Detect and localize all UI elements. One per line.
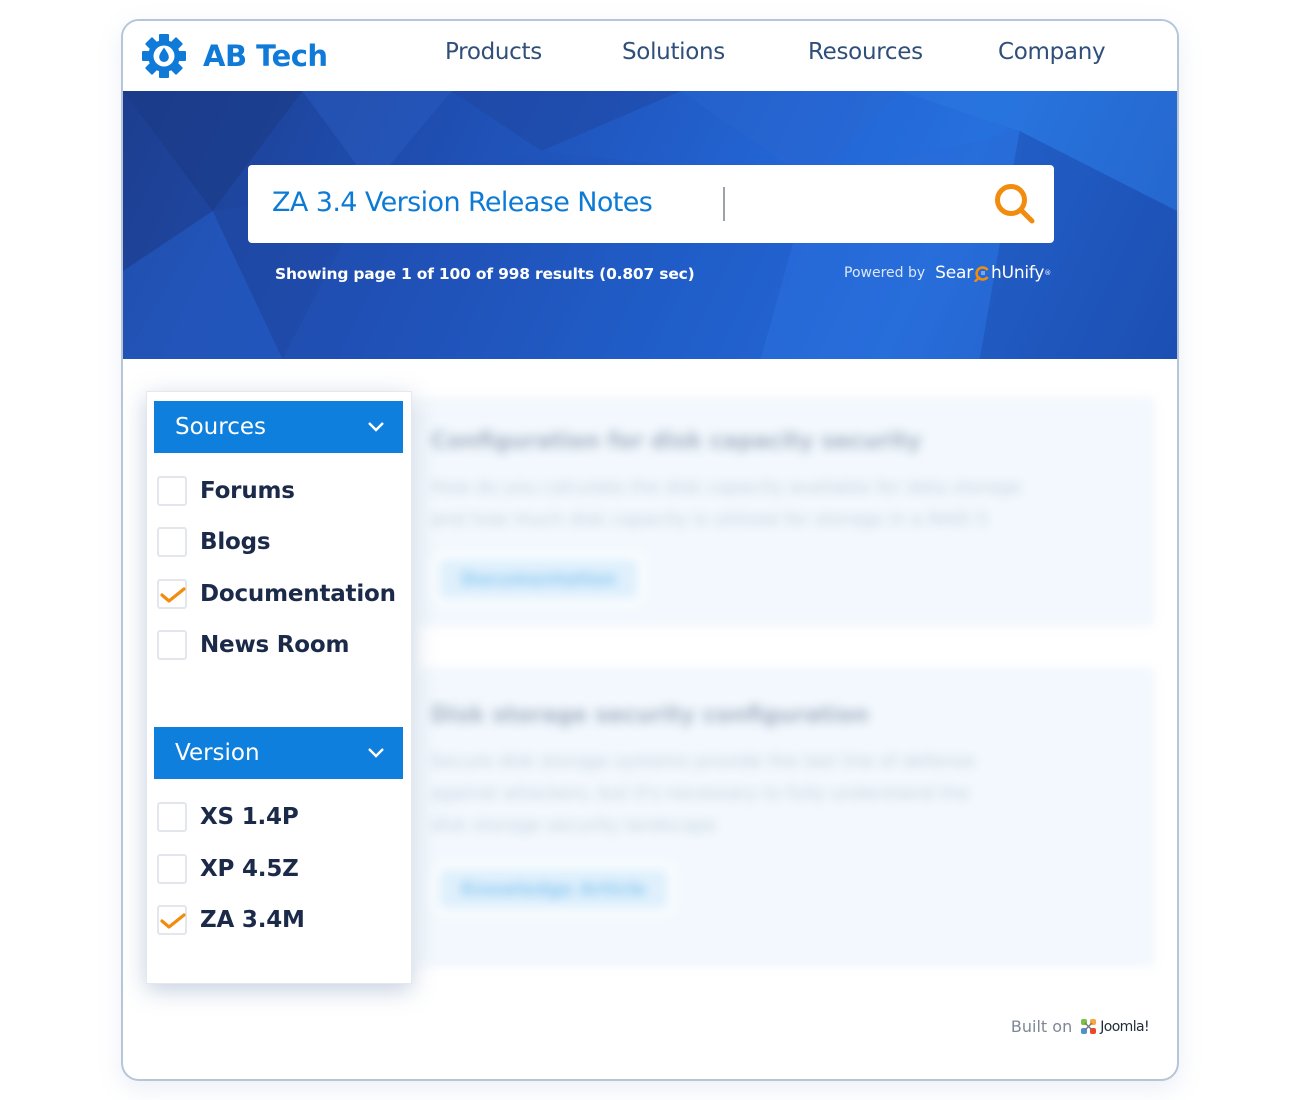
filter-option-label: Blogs: [200, 529, 271, 555]
result-source-tag[interactable]: Knowledge Article: [433, 863, 675, 915]
filter-option-label: Documentation: [200, 581, 396, 607]
powered-by-label: Powered by: [844, 265, 926, 281]
search-hero-banner: ZA 3.4 Version Release Notes Showing pag…: [123, 91, 1177, 359]
checkbox[interactable]: [157, 854, 187, 884]
main-nav: Products Solutions Resources Company: [123, 39, 1177, 75]
result-title[interactable]: Disk storage security configuration: [431, 703, 869, 728]
facet-title: Sources: [175, 414, 266, 440]
top-navigation-bar: AB Tech Products Solutions Resources Com…: [123, 21, 1177, 91]
searchunify-logo[interactable]: Sear hUnify ®: [935, 263, 1051, 283]
search-input[interactable]: ZA 3.4 Version Release Notes: [248, 165, 1054, 243]
joomla-icon: [1081, 1019, 1097, 1034]
result-snippet-line: Secure disk storage systems provide the …: [431, 751, 975, 772]
chevron-down-icon: [368, 422, 384, 432]
result-title[interactable]: Configuration for disk capacity security: [431, 429, 921, 454]
chevron-down-icon: [368, 748, 384, 758]
search-query-text: ZA 3.4 Version Release Notes: [272, 187, 653, 218]
nav-item-resources[interactable]: Resources: [808, 39, 923, 65]
built-on-label: Built on: [1010, 1017, 1073, 1036]
joomla-label: Joomla!: [1100, 1018, 1149, 1035]
result-card[interactable]: Configuration for disk capacity security…: [419, 397, 1155, 627]
checkmark-icon: [160, 587, 186, 603]
facet-header-version[interactable]: Version: [154, 727, 403, 779]
filter-option-label: ZA 3.4M: [200, 907, 305, 933]
results-summary: Showing page 1 of 100 of 998 results (0.…: [275, 265, 695, 283]
filter-option-forums[interactable]: Forums: [157, 474, 295, 508]
nav-item-products[interactable]: Products: [445, 39, 542, 65]
search-icon: [995, 184, 1035, 224]
filter-option-xp-4-5z[interactable]: XP 4.5Z: [157, 852, 299, 886]
nav-item-solutions[interactable]: Solutions: [622, 39, 725, 65]
checkbox[interactable]: [157, 630, 187, 660]
search-results-list: Configuration for disk capacity security…: [419, 391, 1159, 971]
checkbox-checked[interactable]: [157, 579, 187, 609]
powered-by: Powered by Sear hUnify ®: [844, 263, 1051, 283]
footer-built-on: Built on Joomla!: [1010, 1017, 1150, 1036]
searchunify-logo-suffix: hUnify: [991, 263, 1045, 283]
result-snippet-line: disk storage security landscape: [431, 815, 717, 836]
filter-option-documentation[interactable]: Documentation: [157, 577, 396, 611]
result-snippet-line: against attackers, but it's necessary to…: [431, 783, 970, 804]
browser-frame: AB Tech Products Solutions Resources Com…: [121, 19, 1179, 1081]
nav-item-company[interactable]: Company: [998, 39, 1106, 65]
result-snippet-line: and how much disk capacity is utilized f…: [431, 509, 989, 530]
filter-option-za-3-4m[interactable]: ZA 3.4M: [157, 903, 305, 937]
facet-title: Version: [175, 740, 260, 766]
filter-option-label: XS 1.4P: [200, 804, 299, 830]
checkbox[interactable]: [157, 476, 187, 506]
text-cursor: [723, 187, 725, 221]
result-snippet-line: How do you calculate the disk capacity a…: [431, 477, 1022, 498]
filter-option-blogs[interactable]: Blogs: [157, 525, 271, 559]
filter-panel: Sources Forums Blogs Documentation News …: [146, 391, 412, 984]
filter-option-label: Forums: [200, 478, 295, 504]
result-source-tag[interactable]: Documentation: [433, 553, 645, 605]
result-card[interactable]: Disk storage security configuration Secu…: [419, 667, 1155, 967]
checkbox-checked[interactable]: [157, 905, 187, 935]
filter-option-label: News Room: [200, 632, 350, 658]
facet-header-sources[interactable]: Sources: [154, 401, 403, 453]
filter-option-xs-1-4p[interactable]: XS 1.4P: [157, 800, 299, 834]
checkmark-icon: [160, 913, 186, 929]
checkbox[interactable]: [157, 802, 187, 832]
joomla-logo[interactable]: Joomla!: [1080, 1018, 1150, 1035]
search-button[interactable]: [992, 181, 1038, 227]
filter-option-label: XP 4.5Z: [200, 856, 299, 882]
checkbox[interactable]: [157, 527, 187, 557]
searchunify-magnifier-icon: [974, 265, 991, 282]
searchunify-logo-prefix: Sear: [935, 263, 974, 283]
filter-option-news-room[interactable]: News Room: [157, 628, 349, 662]
